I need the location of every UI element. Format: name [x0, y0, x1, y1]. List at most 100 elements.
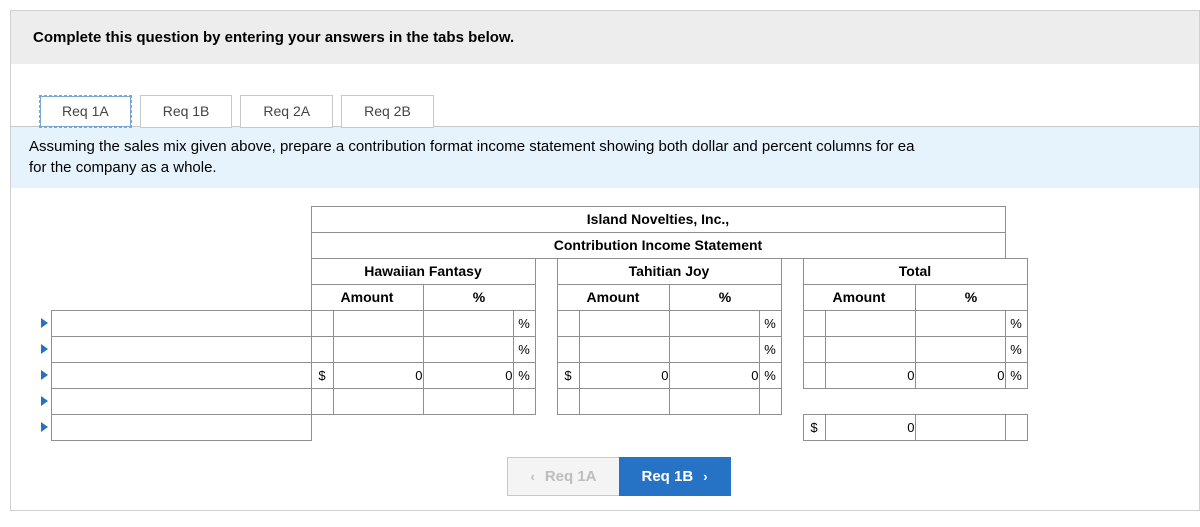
amount-cell[interactable]	[579, 310, 669, 336]
pct-sym-cell: %	[513, 310, 535, 336]
pct-sym-cell: %	[513, 336, 535, 362]
row-label-cell[interactable]	[51, 362, 311, 388]
currency-cell[interactable]	[557, 310, 579, 336]
question-line: Assuming the sales mix given above, prep…	[29, 138, 914, 155]
currency-cell[interactable]	[803, 310, 825, 336]
row-handle-icon[interactable]	[41, 318, 48, 328]
amount-cell[interactable]: 0	[333, 362, 423, 388]
tabs-row: Req 1A Req 1B Req 2A Req 2B	[11, 64, 1199, 127]
currency-cell[interactable]	[803, 336, 825, 362]
currency-cell: $	[557, 362, 579, 388]
row-label-cell[interactable]	[51, 388, 311, 414]
pct-value-cell[interactable]: 0	[669, 362, 759, 388]
nav-buttons: ‹ Req 1A Req 1B ›	[39, 441, 1199, 496]
amount-cell[interactable]	[825, 336, 915, 362]
pct-sym-cell[interactable]	[1005, 414, 1027, 440]
pct-value-cell[interactable]	[915, 414, 1005, 440]
amount-cell[interactable]: 0	[825, 362, 915, 388]
table-subtitle-text: Contribution Income Statement	[554, 237, 762, 253]
currency-cell[interactable]	[557, 388, 579, 414]
pct-value-cell[interactable]	[915, 310, 1005, 336]
pct-value-cell[interactable]	[423, 310, 513, 336]
col-group-tahitian: Tahitian Joy	[557, 258, 781, 284]
col-pct-2: %	[669, 284, 781, 310]
tab-req-2a[interactable]: Req 2A	[240, 95, 333, 128]
col-group-hawaiian: Hawaiian Fantasy	[311, 258, 535, 284]
pct-value-cell[interactable]	[669, 310, 759, 336]
col-pct-1: %	[423, 284, 535, 310]
pct-value-cell[interactable]	[915, 336, 1005, 362]
row-handle-icon[interactable]	[41, 344, 48, 354]
table-row: $ 0	[39, 414, 1027, 440]
currency-cell[interactable]	[311, 336, 333, 362]
tab-label: Req 2B	[364, 103, 411, 119]
next-label: Req 1B	[642, 468, 694, 485]
prev-label: Req 1A	[545, 468, 597, 485]
table-row: $ 0 0 % $ 0 0 % 0 0 %	[39, 362, 1027, 388]
table-row	[39, 388, 1027, 414]
currency-cell: $	[803, 414, 825, 440]
col-amount-2: Amount	[557, 284, 669, 310]
instruction-bar: Complete this question by entering your …	[11, 11, 1199, 64]
col-amount-3: Amount	[803, 284, 915, 310]
currency-cell: $	[311, 362, 333, 388]
currency-cell[interactable]	[557, 336, 579, 362]
pct-value-cell[interactable]	[669, 388, 759, 414]
chevron-left-icon: ‹	[530, 469, 534, 484]
tab-req-1b[interactable]: Req 1B	[140, 95, 233, 128]
amount-cell[interactable]: 0	[579, 362, 669, 388]
amount-cell[interactable]	[579, 388, 669, 414]
table-subtitle: Contribution Income Statement	[311, 232, 1005, 258]
pct-value-cell[interactable]	[669, 336, 759, 362]
amount-cell[interactable]: 0	[825, 414, 915, 440]
table-title-text: Island Novelties, Inc.,	[587, 211, 729, 227]
chevron-right-icon: ›	[703, 469, 707, 484]
question-prompt: Assuming the sales mix given above, prep…	[11, 126, 1199, 188]
pct-sym-cell: %	[759, 310, 781, 336]
amount-cell[interactable]	[825, 310, 915, 336]
amount-cell[interactable]	[333, 310, 423, 336]
amount-cell[interactable]	[579, 336, 669, 362]
pct-value-cell[interactable]: 0	[915, 362, 1005, 388]
pct-sym-cell: %	[513, 362, 535, 388]
tab-req-2b[interactable]: Req 2B	[341, 95, 434, 128]
currency-cell[interactable]	[803, 362, 825, 388]
pct-value-cell[interactable]	[423, 336, 513, 362]
tab-label: Req 1A	[62, 103, 109, 119]
tab-label: Req 1B	[163, 103, 210, 119]
tab-label: Req 2A	[263, 103, 310, 119]
row-label-cell[interactable]	[51, 414, 311, 440]
row-label-cell[interactable]	[51, 336, 311, 362]
amount-cell[interactable]	[333, 388, 423, 414]
row-label-cell[interactable]	[51, 310, 311, 336]
question-line: for the company as a whole.	[29, 159, 217, 176]
row-handle-icon[interactable]	[41, 422, 48, 432]
pct-value-cell[interactable]	[423, 388, 513, 414]
table-row: % % %	[39, 310, 1027, 336]
row-handle-icon[interactable]	[41, 396, 48, 406]
currency-cell[interactable]	[311, 388, 333, 414]
pct-sym-cell: %	[759, 336, 781, 362]
question-card: Complete this question by entering your …	[10, 10, 1200, 511]
row-handle-icon[interactable]	[41, 370, 48, 380]
pct-sym-cell: %	[1005, 336, 1027, 362]
instruction-text: Complete this question by entering your …	[33, 29, 514, 46]
pct-sym-cell[interactable]	[759, 388, 781, 414]
currency-cell[interactable]	[311, 310, 333, 336]
col-group-total: Total	[803, 258, 1027, 284]
tab-req-1a[interactable]: Req 1A	[39, 95, 132, 128]
col-amount-1: Amount	[311, 284, 423, 310]
col-pct-3: %	[915, 284, 1027, 310]
amount-cell[interactable]	[333, 336, 423, 362]
pct-value-cell[interactable]: 0	[423, 362, 513, 388]
prev-button[interactable]: ‹ Req 1A	[507, 457, 618, 496]
pct-sym-cell: %	[1005, 362, 1027, 388]
spreadsheet: Island Novelties, Inc., Contribution Inc…	[11, 188, 1199, 496]
income-statement-table: Island Novelties, Inc., Contribution Inc…	[39, 206, 1028, 441]
table-row: % % %	[39, 336, 1027, 362]
table-title: Island Novelties, Inc.,	[311, 206, 1005, 232]
pct-sym-cell: %	[759, 362, 781, 388]
pct-sym-cell[interactable]	[513, 388, 535, 414]
pct-sym-cell: %	[1005, 310, 1027, 336]
next-button[interactable]: Req 1B ›	[619, 457, 731, 496]
